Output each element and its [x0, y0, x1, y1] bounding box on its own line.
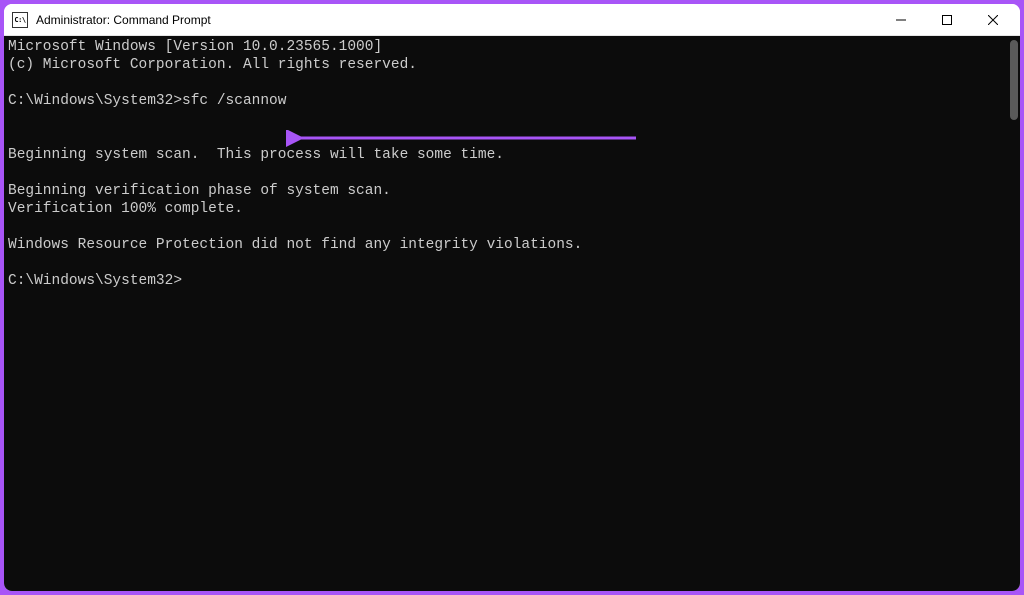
- prompt-line: C:\Windows\System32>sfc /scannow: [8, 93, 286, 109]
- close-icon: [988, 15, 998, 25]
- maximize-icon: [942, 15, 952, 25]
- terminal-area[interactable]: Microsoft Windows [Version 10.0.23565.10…: [4, 36, 1020, 591]
- minimize-button[interactable]: [878, 4, 924, 35]
- minimize-icon: [896, 15, 906, 25]
- output-line: Windows Resource Protection did not find…: [8, 237, 582, 253]
- output-line: Microsoft Windows [Version 10.0.23565.10…: [8, 39, 382, 55]
- scrollbar-thumb[interactable]: [1010, 40, 1018, 120]
- command-prompt-window: C:\ Administrator: Command Prompt Micros…: [4, 4, 1020, 591]
- prompt-line: C:\Windows\System32>: [8, 273, 182, 289]
- output-line: Verification 100% complete.: [8, 201, 243, 217]
- cmd-icon: C:\: [12, 12, 28, 28]
- terminal-output: Microsoft Windows [Version 10.0.23565.10…: [4, 36, 1020, 292]
- titlebar[interactable]: C:\ Administrator: Command Prompt: [4, 4, 1020, 36]
- output-line: Beginning system scan. This process will…: [8, 147, 504, 163]
- window-controls: [878, 4, 1016, 35]
- maximize-button[interactable]: [924, 4, 970, 35]
- output-line: Beginning verification phase of system s…: [8, 183, 391, 199]
- output-line: (c) Microsoft Corporation. All rights re…: [8, 57, 417, 73]
- window-title: Administrator: Command Prompt: [36, 13, 878, 27]
- close-button[interactable]: [970, 4, 1016, 35]
